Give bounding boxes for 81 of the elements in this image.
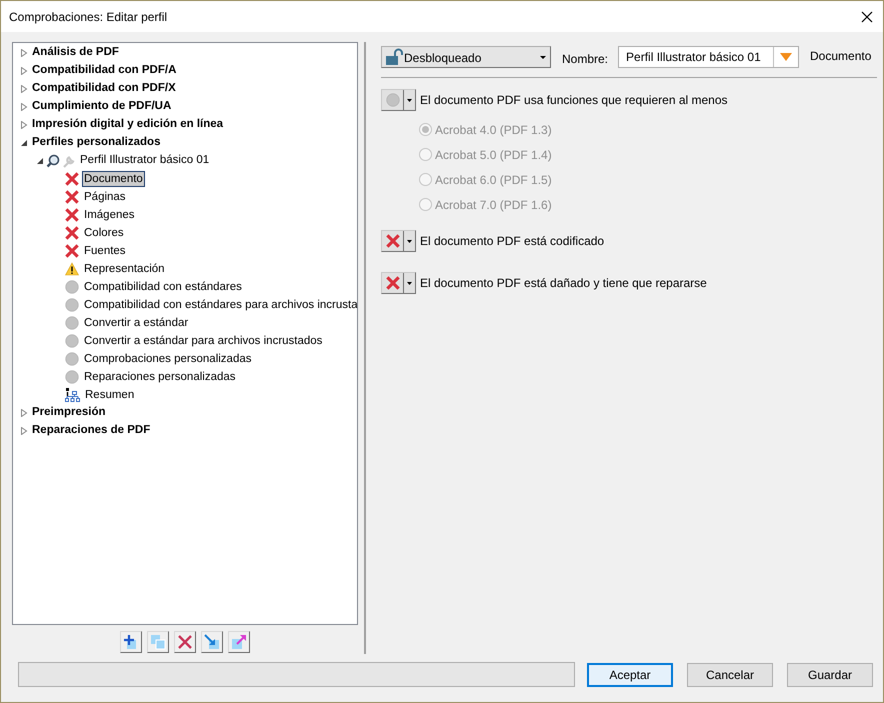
close-icon[interactable] — [861, 10, 873, 22]
tree-item[interactable]: Compatibilidad con PDF/X — [32, 80, 176, 98]
expanded-arrow-icon[interactable] — [20, 139, 28, 147]
tree-item[interactable]: Fuentes — [82, 243, 128, 259]
tree-item[interactable]: Convertir a estándar para archivos incrustados — [82, 333, 324, 349]
error-x-icon — [386, 276, 400, 290]
tree-item[interactable]: Cumplimiento de PDF/UA — [32, 98, 172, 116]
radio-label: Acrobat 5.0 (PDF 1.4) — [435, 146, 552, 164]
tree-item[interactable]: Convertir a estándar — [82, 315, 190, 331]
status-dot-icon — [386, 93, 400, 107]
error-x-icon — [65, 172, 79, 186]
check-label: El documento PDF está codificado — [420, 233, 604, 250]
hierarchy-icon — [65, 388, 80, 402]
check-label: El documento PDF está dañado y tiene que repararse — [420, 275, 707, 292]
wrench-icon — [61, 154, 76, 168]
magnifier-icon — [46, 154, 60, 168]
tree-item[interactable]: Páginas — [82, 189, 128, 205]
radio-label: Acrobat 4.0 (PDF 1.3) — [435, 122, 552, 138]
error-x-icon — [65, 208, 79, 222]
error-x-icon — [386, 234, 400, 248]
status-dot-icon — [65, 280, 79, 294]
dialog-button[interactable]: Cancelar — [687, 662, 773, 686]
caret-icon — [407, 98, 412, 102]
tree-item[interactable]: Imágenes — [82, 207, 137, 223]
delete-button[interactable] — [174, 631, 196, 653]
check-label: El documento PDF usa funciones que requieren al menos — [420, 92, 728, 109]
name-field[interactable]: Perfil Illustrator básico 01 — [618, 46, 800, 68]
tree-item[interactable]: Documento — [82, 171, 145, 187]
tree-item[interactable]: Reparaciones personalizadas — [82, 369, 238, 385]
status-dropdown-button[interactable] — [381, 89, 416, 111]
collapsed-arrow-icon[interactable] — [20, 427, 28, 435]
error-x-icon — [65, 190, 79, 204]
tree-item[interactable]: Compatibilidad con estándares — [82, 279, 244, 295]
status-dot-icon — [65, 352, 79, 366]
section-title: Documento — [810, 48, 872, 65]
error-x-icon — [65, 244, 79, 258]
add-button[interactable] — [120, 631, 142, 653]
tree-item[interactable]: Resumen — [83, 387, 136, 403]
caret-icon — [540, 56, 546, 58]
tree-item[interactable]: Comprobaciones personalizadas — [82, 351, 254, 367]
collapsed-arrow-icon[interactable] — [20, 103, 28, 111]
caret-icon — [407, 240, 412, 242]
name-label: Nombre: — [562, 51, 608, 68]
export-button[interactable] — [228, 631, 250, 653]
dialog-button[interactable]: Guardar — [787, 662, 873, 686]
tree-item[interactable]: Reparaciones de PDF — [32, 422, 150, 440]
status-dot-icon — [65, 298, 79, 312]
tree-item[interactable]: Compatibilidad con PDF/A — [32, 62, 176, 80]
collapsed-arrow-icon[interactable] — [20, 85, 28, 93]
tree-item[interactable]: Perfiles personalizados — [32, 134, 160, 152]
status-dot-icon — [65, 334, 79, 348]
collapsed-arrow-icon[interactable] — [20, 49, 28, 57]
padlock-icon — [385, 48, 403, 66]
tree-item[interactable]: Perfil Illustrator básico 01 — [80, 152, 210, 170]
import-button[interactable] — [201, 631, 223, 653]
status-dropdown-button[interactable] — [381, 272, 416, 294]
close-icon — [176, 633, 194, 651]
collapsed-arrow-icon[interactable] — [20, 121, 28, 129]
tree-item[interactable]: Impresión digital y edición en línea — [32, 116, 224, 134]
collapsed-arrow-icon[interactable] — [20, 409, 28, 417]
arrow-up-right-icon — [230, 633, 248, 651]
window-title: Comprobaciones: Editar perfil — [9, 8, 168, 26]
caret-icon — [407, 282, 412, 284]
status-dropdown-button[interactable] — [381, 230, 416, 252]
arrow-down-right-icon — [203, 633, 221, 651]
status-dot-icon — [65, 370, 79, 384]
radio-label: Acrobat 6.0 (PDF 1.5) — [435, 172, 552, 188]
tree-item[interactable]: Representación — [82, 261, 167, 277]
tree-item[interactable]: Colores — [82, 225, 126, 241]
squares-icon — [149, 633, 167, 651]
status-dot-icon — [65, 316, 79, 330]
tree-item[interactable]: Análisis de PDF — [32, 44, 119, 62]
collapsed-arrow-icon[interactable] — [20, 67, 28, 75]
warning-icon — [65, 262, 79, 276]
expanded-arrow-icon[interactable] — [36, 157, 44, 165]
lock-dropdown[interactable]: Desbloqueado — [381, 46, 551, 68]
error-x-icon — [65, 226, 79, 240]
dialog-button[interactable]: Aceptar — [587, 662, 673, 686]
duplicate-button[interactable] — [147, 631, 169, 653]
radio-label: Acrobat 7.0 (PDF 1.6) — [435, 196, 552, 214]
tree-item[interactable]: Preimpresión — [32, 404, 106, 422]
